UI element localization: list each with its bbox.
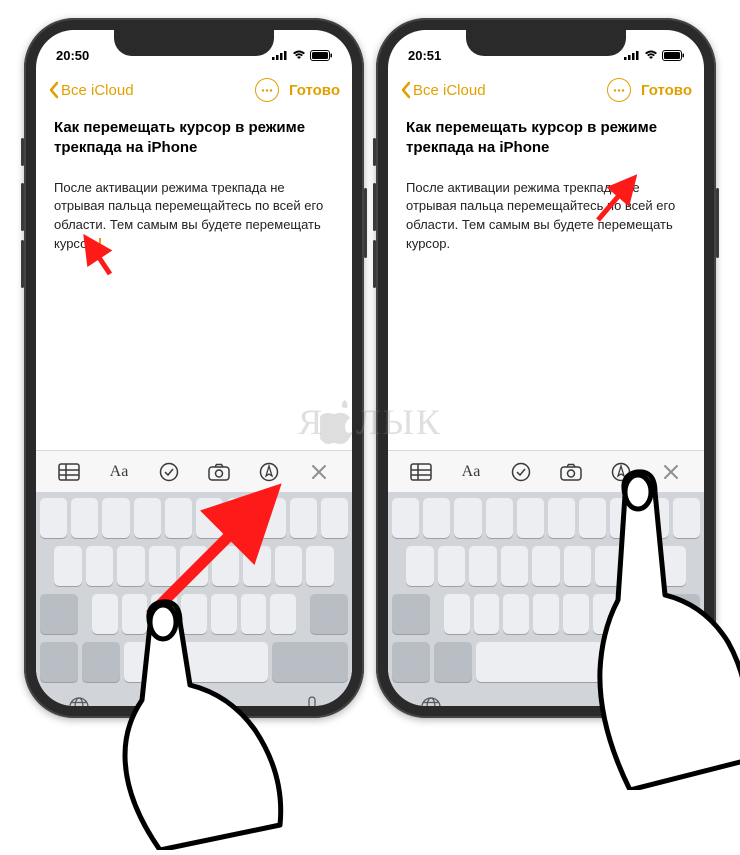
done-button[interactable]: Готово [641, 82, 692, 99]
note-body: После активации режима трекпада не отрыв… [54, 179, 334, 254]
formatting-toolbar: Aa [388, 450, 704, 492]
table-icon[interactable] [53, 458, 85, 486]
markup-icon[interactable] [605, 458, 637, 486]
close-icon[interactable] [303, 458, 335, 486]
battery-icon [310, 50, 332, 61]
nav-bar: Все iCloud Готово [388, 70, 704, 110]
more-button[interactable] [255, 78, 279, 102]
camera-icon[interactable] [555, 458, 587, 486]
chevron-left-icon [400, 81, 411, 99]
more-button[interactable] [607, 78, 631, 102]
back-button[interactable]: Все iCloud [400, 81, 486, 99]
back-label: Все iCloud [61, 82, 134, 99]
checklist-icon[interactable] [505, 458, 537, 486]
status-indicators [272, 50, 332, 61]
chevron-left-icon [48, 81, 59, 99]
note-body: После активации режима трекпада не отрыв… [406, 179, 686, 254]
note-title: Как перемещать курсор в режиме трекпада … [54, 118, 334, 159]
mic-icon[interactable] [656, 696, 672, 706]
text-format-icon[interactable]: Aa [455, 458, 487, 486]
table-icon[interactable] [405, 458, 437, 486]
done-button[interactable]: Готово [289, 82, 340, 99]
text-cursor [99, 238, 101, 252]
status-time: 20:51 [408, 48, 441, 63]
formatting-toolbar: Aa [36, 450, 352, 492]
close-icon[interactable] [655, 458, 687, 486]
wifi-icon [292, 50, 306, 60]
keyboard-trackpad[interactable] [36, 492, 352, 706]
note-content[interactable]: Как перемещать курсор в режиме трекпада … [388, 110, 704, 450]
wifi-icon [644, 50, 658, 60]
camera-icon[interactable] [203, 458, 235, 486]
note-title: Как перемещать курсор в режиме трекпада … [406, 118, 686, 159]
ellipsis-icon [613, 89, 625, 92]
status-time: 20:50 [56, 48, 89, 63]
checklist-icon[interactable] [153, 458, 185, 486]
mic-icon[interactable] [304, 696, 320, 706]
notch [114, 30, 274, 56]
signal-icon [272, 50, 288, 60]
nav-bar: Все iCloud Готово [36, 70, 352, 110]
status-indicators [624, 50, 684, 61]
notch [466, 30, 626, 56]
back-button[interactable]: Все iCloud [48, 81, 134, 99]
keyboard-trackpad[interactable] [388, 492, 704, 706]
globe-icon[interactable] [420, 696, 442, 706]
ellipsis-icon [261, 89, 273, 92]
text-format-icon[interactable]: Aa [103, 458, 135, 486]
phone-left: 20:50 Все iCloud Готово [24, 18, 364, 718]
battery-icon [662, 50, 684, 61]
globe-icon[interactable] [68, 696, 90, 706]
phone-right: 20:51 Все iCloud Готово [376, 18, 716, 718]
signal-icon [624, 50, 640, 60]
markup-icon[interactable] [253, 458, 285, 486]
note-content[interactable]: Как перемещать курсор в режиме трекпада … [36, 110, 352, 450]
back-label: Все iCloud [413, 82, 486, 99]
